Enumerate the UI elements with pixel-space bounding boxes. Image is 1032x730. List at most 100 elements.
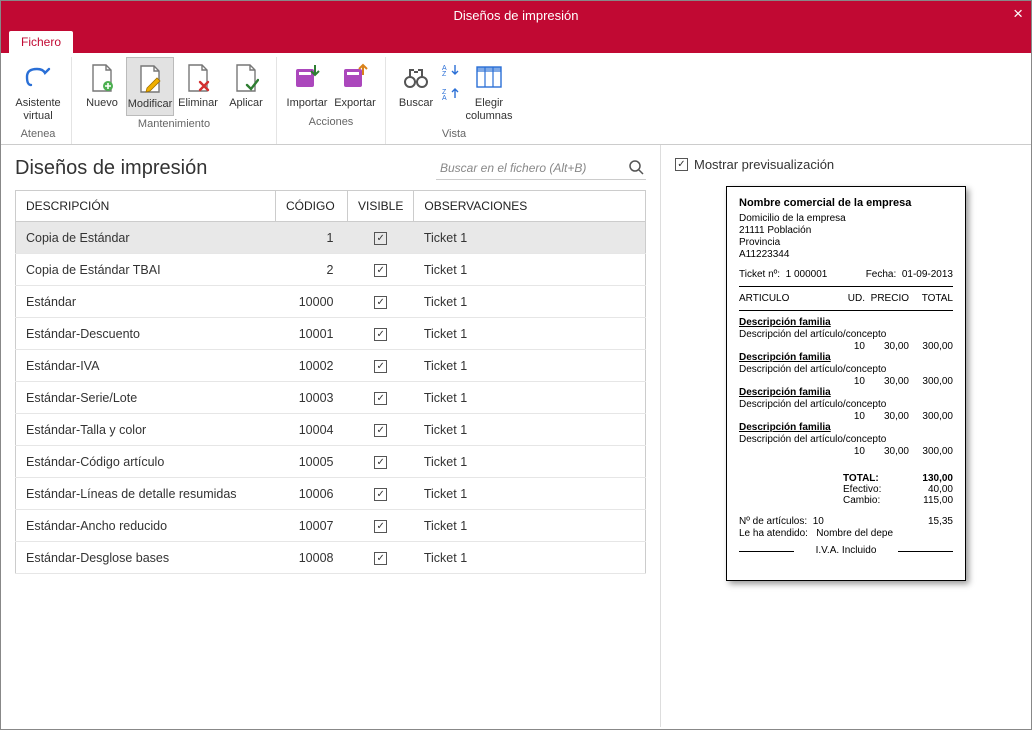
cell-code: 10005: [276, 446, 348, 478]
delete-document-icon: [185, 61, 211, 95]
table-row[interactable]: Estándar10000✓Ticket 1: [16, 286, 646, 318]
cell-desc: Estándar-Descuento: [16, 318, 276, 350]
preview-item: Descripción del artículo/concepto: [739, 364, 953, 375]
col-header-code[interactable]: CÓDIGO: [276, 191, 348, 222]
table-row[interactable]: Estándar-Descuento10001✓Ticket 1: [16, 318, 646, 350]
cell-desc: Estándar-Líneas de detalle resumidas: [16, 478, 276, 510]
search-input[interactable]: [436, 157, 646, 180]
col-header-obs[interactable]: OBSERVACIONES: [414, 191, 646, 222]
cell-code: 1: [276, 222, 348, 254]
preview-date-label: Fecha:: [866, 269, 897, 280]
preview-narticulos-right: 15,35: [928, 516, 953, 527]
export-icon: [341, 61, 369, 95]
sort-desc-icon: ZA: [442, 87, 460, 101]
cell-obs: Ticket 1: [414, 222, 646, 254]
buscar-label: Buscar: [399, 97, 433, 110]
elegir-columnas-button[interactable]: Elegir columnas: [462, 57, 516, 126]
eliminar-label: Eliminar: [178, 97, 218, 110]
preview-price: 30,00: [865, 411, 909, 422]
table-row[interactable]: Copia de Estándar TBAI2✓Ticket 1: [16, 254, 646, 286]
table-row[interactable]: Estándar-Código artículo10005✓Ticket 1: [16, 446, 646, 478]
col-header-desc[interactable]: DESCRIPCIÓN: [16, 191, 276, 222]
col-header-visible[interactable]: VISIBLE: [348, 191, 414, 222]
checkbox-icon: ✓: [675, 158, 688, 171]
main-area: Diseños de impresión DESCRIPCIÓN CÓDIGO …: [1, 145, 1031, 727]
preview-item: Descripción del artículo/concepto: [739, 329, 953, 340]
preview-item: Descripción del artículo/concepto: [739, 399, 953, 410]
preview-cambio-value: 115,00: [903, 495, 953, 506]
table-row[interactable]: Copia de Estándar1✓Ticket 1: [16, 222, 646, 254]
edit-document-icon: [137, 62, 163, 96]
cell-code: 10004: [276, 414, 348, 446]
cell-code: 10001: [276, 318, 348, 350]
cell-visible[interactable]: ✓: [348, 254, 414, 286]
page-title: Diseños de impresión: [15, 157, 207, 180]
cell-visible[interactable]: ✓: [348, 510, 414, 542]
preview-iva: I.V.A. Incluido: [739, 545, 953, 556]
preview-attended-value: Nombre del depe: [816, 528, 893, 539]
nuevo-label: Nuevo: [86, 97, 118, 110]
eliminar-button[interactable]: Eliminar: [174, 57, 222, 114]
importar-button[interactable]: Importar: [283, 57, 331, 114]
table-row[interactable]: Estándar-Líneas de detalle resumidas1000…: [16, 478, 646, 510]
preview-addr3: Provincia: [739, 237, 953, 248]
preview-col-ud: UD.: [837, 293, 865, 304]
checkbox-icon: ✓: [374, 232, 387, 245]
preview-ticket-no: 1 000001: [786, 269, 828, 280]
checkbox-icon: ✓: [374, 360, 387, 373]
sort-desc-button[interactable]: ZA: [440, 83, 462, 105]
table-row[interactable]: Estándar-Talla y color10004✓Ticket 1: [16, 414, 646, 446]
preview-total-label: TOTAL:: [843, 473, 903, 484]
checkbox-icon: ✓: [374, 424, 387, 437]
cell-desc: Estándar-Serie/Lote: [16, 382, 276, 414]
cell-visible[interactable]: ✓: [348, 222, 414, 254]
preview-date: 01-09-2013: [902, 269, 953, 280]
preview-line-total: 300,00: [909, 446, 953, 457]
ribbon-group-vista: Buscar AZ ZA Elegir columnas: [386, 57, 522, 144]
table-row[interactable]: Estándar-Desglose bases10008✓Ticket 1: [16, 542, 646, 574]
buscar-button[interactable]: Buscar: [392, 57, 440, 114]
checkbox-icon: ✓: [374, 552, 387, 565]
cell-obs: Ticket 1: [414, 542, 646, 574]
checkbox-icon: ✓: [374, 328, 387, 341]
importar-label: Importar: [287, 97, 328, 110]
cell-visible[interactable]: ✓: [348, 286, 414, 318]
import-icon: [293, 61, 321, 95]
sort-asc-button[interactable]: AZ: [440, 59, 462, 81]
show-preview-checkbox[interactable]: ✓ Mostrar previsualización: [675, 157, 1017, 172]
right-pane: ✓ Mostrar previsualización Nombre comerc…: [661, 145, 1031, 727]
preview-col-art: ARTICULO: [739, 293, 837, 304]
cell-visible[interactable]: ✓: [348, 478, 414, 510]
cell-code: 10006: [276, 478, 348, 510]
cell-visible[interactable]: ✓: [348, 414, 414, 446]
cell-obs: Ticket 1: [414, 414, 646, 446]
close-icon[interactable]: ×: [1013, 4, 1023, 24]
ribbon-group-label-vista: Vista: [442, 126, 466, 144]
tab-fichero[interactable]: Fichero: [9, 31, 73, 53]
ribbon-group-atenea: Asistente virtual Atenea: [5, 57, 72, 144]
cell-desc: Estándar-Ancho reducido: [16, 510, 276, 542]
assistant-icon: [23, 61, 53, 95]
cell-visible[interactable]: ✓: [348, 350, 414, 382]
ribbon-group-label-atenea: Atenea: [21, 126, 56, 144]
cell-visible[interactable]: ✓: [348, 446, 414, 478]
preview-ticket-no-label: Ticket nº:: [739, 269, 780, 280]
preview-company: Nombre comercial de la empresa: [739, 197, 953, 209]
nuevo-button[interactable]: Nuevo: [78, 57, 126, 114]
svg-text:Z: Z: [442, 71, 447, 77]
table-row[interactable]: Estándar-Serie/Lote10003✓Ticket 1: [16, 382, 646, 414]
cell-visible[interactable]: ✓: [348, 318, 414, 350]
cell-visible[interactable]: ✓: [348, 542, 414, 574]
cell-desc: Estándar-Desglose bases: [16, 542, 276, 574]
preview-line-total: 300,00: [909, 376, 953, 387]
search-icon[interactable]: [628, 159, 644, 175]
preview-item: Descripción del artículo/concepto: [739, 434, 953, 445]
table-row[interactable]: Estándar-Ancho reducido10007✓Ticket 1: [16, 510, 646, 542]
modificar-button[interactable]: Modificar: [126, 57, 174, 116]
table-row[interactable]: Estándar-IVA10002✓Ticket 1: [16, 350, 646, 382]
cell-visible[interactable]: ✓: [348, 382, 414, 414]
aplicar-button[interactable]: Aplicar: [222, 57, 270, 114]
checkbox-icon: ✓: [374, 296, 387, 309]
asistente-virtual-button[interactable]: Asistente virtual: [11, 57, 65, 126]
exportar-button[interactable]: Exportar: [331, 57, 379, 114]
